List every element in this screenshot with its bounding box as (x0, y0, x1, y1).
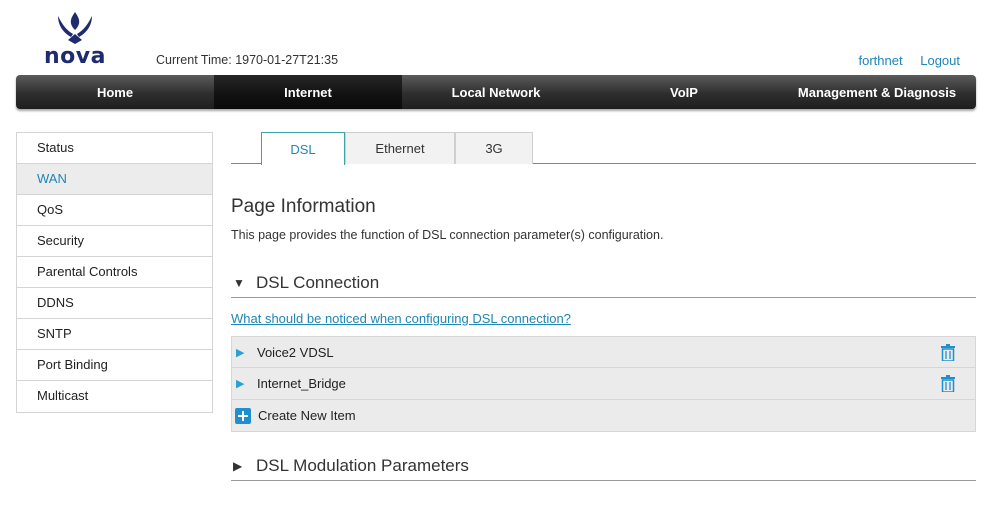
connection-row-voice2-vdsl[interactable]: ▶ Voice2 VDSL (231, 336, 976, 368)
triangle-down-icon: ▼ (233, 275, 245, 290)
trash-icon[interactable] (941, 344, 955, 361)
sidebar-item-multicast[interactable]: Multicast (17, 381, 212, 412)
sidebar-item-wan[interactable]: WAN (17, 164, 212, 195)
current-time-value: 1970-01-27T21:35 (235, 53, 339, 67)
sidebar-item-security[interactable]: Security (17, 226, 212, 257)
connection-row-internet-bridge[interactable]: ▶ Internet_Bridge (231, 368, 976, 400)
create-new-item-label: Create New Item (258, 408, 356, 423)
main-nav: Home Internet Local Network VoIP Managem… (16, 75, 976, 109)
logout-link[interactable]: Logout (920, 53, 960, 68)
plus-icon (235, 407, 251, 424)
sidebar-item-port-binding[interactable]: Port Binding (17, 350, 212, 381)
nav-voip[interactable]: VoIP (590, 75, 778, 109)
sidebar-item-ddns[interactable]: DDNS (17, 288, 212, 319)
sidebar-item-status[interactable]: Status (17, 133, 212, 164)
logo-text: nova (44, 44, 106, 69)
username-link[interactable]: forthnet (859, 53, 903, 68)
expand-triangle-icon[interactable]: ▶ (232, 377, 256, 390)
connection-name: Internet_Bridge (257, 376, 346, 391)
tab-dsl[interactable]: DSL (261, 132, 345, 165)
user-links: forthnet Logout (845, 53, 960, 68)
current-time-label: Current Time: (156, 53, 232, 67)
sidebar-item-sntp[interactable]: SNTP (17, 319, 212, 350)
sidebar: Status WAN QoS Security Parental Control… (16, 132, 213, 413)
tab-bar: DSL Ethernet 3G (231, 132, 976, 165)
dsl-modulation-title: DSL Modulation Parameters (256, 455, 469, 475)
connection-list: ▶ Voice2 VDSL ▶ Internet_Bridge Create N… (231, 336, 976, 432)
nav-home[interactable]: Home (16, 75, 214, 109)
nav-local-network[interactable]: Local Network (402, 75, 590, 109)
nav-management-diagnosis[interactable]: Management & Diagnosis (778, 75, 976, 109)
triangle-right-icon: ▶ (233, 458, 243, 473)
tab-3g[interactable]: 3G (455, 132, 533, 164)
page-description: This page provides the function of DSL c… (231, 228, 664, 242)
notice-help-link[interactable]: What should be noticed when configuring … (231, 311, 571, 326)
tab-ethernet[interactable]: Ethernet (345, 132, 455, 164)
page-title: Page Information (231, 196, 376, 217)
nav-internet[interactable]: Internet (214, 75, 402, 109)
dsl-connection-title: DSL Connection (256, 272, 380, 292)
dsl-modulation-header[interactable]: ▶ DSL Modulation Parameters (231, 451, 976, 481)
expand-triangle-icon[interactable]: ▶ (232, 346, 256, 359)
current-time: Current Time: 1970-01-27T21:35 (156, 53, 338, 67)
sidebar-item-qos[interactable]: QoS (17, 195, 212, 226)
dsl-connection-header[interactable]: ▼ DSL Connection (231, 268, 976, 298)
create-new-item-button[interactable]: Create New Item (231, 400, 976, 432)
connection-name: Voice2 VDSL (257, 344, 334, 360)
sidebar-item-parental-controls[interactable]: Parental Controls (17, 257, 212, 288)
trash-icon[interactable] (941, 375, 955, 392)
